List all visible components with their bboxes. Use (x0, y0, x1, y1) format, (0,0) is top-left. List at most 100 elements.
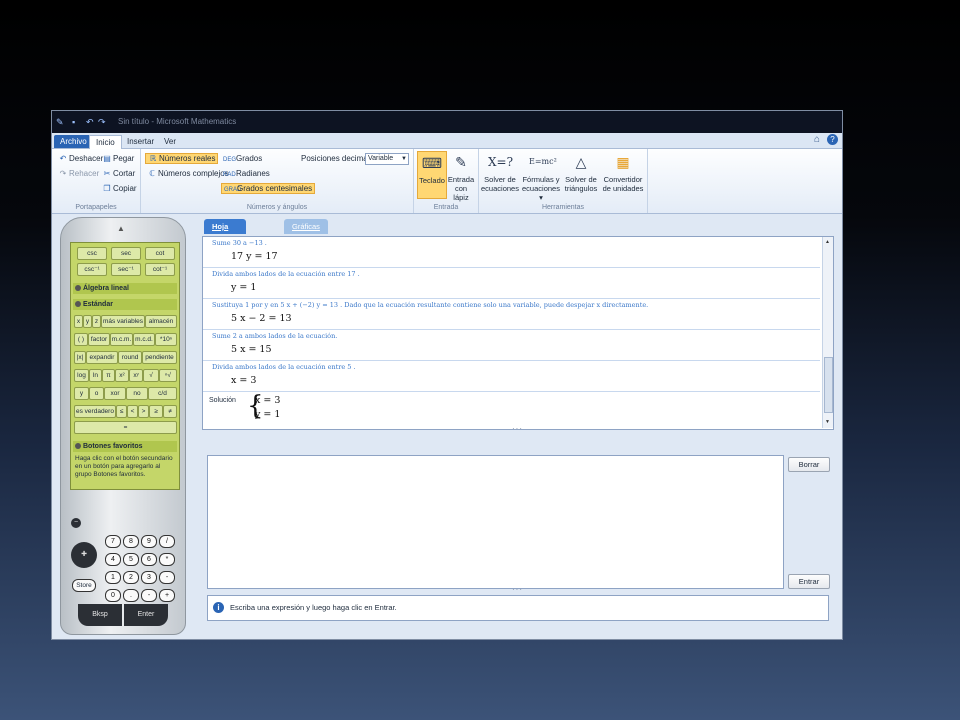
key-geq[interactable]: ≥ (149, 405, 163, 418)
key-7[interactable]: 7 (105, 535, 121, 548)
entrar-button[interactable]: Entrar (788, 574, 830, 589)
key-mcd[interactable]: m.c.d. (133, 333, 155, 346)
key-9[interactable]: 9 (141, 535, 157, 548)
key-round[interactable]: round (118, 351, 142, 364)
key-pendiente[interactable]: pendiente (142, 351, 177, 364)
redo-icon[interactable]: ↷ (98, 117, 106, 128)
tab-insertar[interactable]: Insertar (121, 135, 160, 148)
power-icon[interactable]: − (71, 518, 81, 528)
key-lt[interactable]: < (127, 405, 138, 418)
key-abs[interactable]: |x| (74, 351, 86, 364)
key-log[interactable]: log (74, 369, 89, 382)
key-factor[interactable]: factor (88, 333, 110, 346)
key-neq[interactable]: ≠ (163, 405, 177, 418)
teclado-button[interactable]: ⌨ Teclado (417, 151, 447, 199)
key-y[interactable]: y (83, 315, 92, 328)
key-decimal[interactable]: . (123, 589, 139, 602)
key-2[interactable]: 2 (123, 571, 139, 584)
scroll-down-icon[interactable]: ▼ (825, 419, 830, 425)
section-algebra-lineal[interactable]: Álgebra lineal (73, 283, 177, 294)
save-icon[interactable]: ▪ (72, 117, 75, 127)
key-divide[interactable]: / (159, 535, 175, 548)
key-expandir[interactable]: expandir (86, 351, 118, 364)
key-minus[interactable]: - (159, 571, 175, 584)
key-plus[interactable]: + (159, 589, 175, 602)
key-pi[interactable]: π (102, 369, 115, 382)
key-sec[interactable]: sec (111, 247, 141, 260)
borrar-button[interactable]: Borrar (788, 457, 830, 472)
key-nth-root[interactable]: ⁿ√ (159, 369, 177, 382)
key-square[interactable]: x² (115, 369, 129, 382)
key-leq[interactable]: ≤ (116, 405, 127, 418)
key-asec[interactable]: sec⁻¹ (111, 263, 141, 276)
key-parens[interactable]: ( ) (74, 333, 88, 346)
grados-centesimales-button[interactable]: GRADGrados centesimales (221, 183, 316, 194)
key-y-and[interactable]: y (74, 387, 89, 400)
entrada-lapiz-button[interactable]: ✎ Entrada con lápiz (447, 151, 475, 202)
dpad-control[interactable]: ✚ (71, 542, 97, 568)
key-5[interactable]: 5 (123, 553, 139, 566)
tab-archivo[interactable]: Archivo (54, 135, 93, 148)
store-button[interactable]: Store (72, 579, 96, 592)
calc-enter-button[interactable]: Enter (124, 604, 168, 626)
key-8[interactable]: 8 (123, 535, 139, 548)
scroll-up-icon[interactable]: ▲ (117, 224, 125, 233)
key-es-verdadero[interactable]: es verdadero (74, 405, 116, 418)
key-acot[interactable]: cot⁻¹ (145, 263, 175, 276)
key-multiply[interactable]: * (159, 553, 175, 566)
key-6[interactable]: 6 (141, 553, 157, 566)
deshacer-button[interactable]: ↶ Deshacer (58, 154, 104, 163)
key-1[interactable]: 1 (105, 571, 121, 584)
key-cot[interactable]: cot (145, 247, 175, 260)
formulas-ecuaciones-button[interactable]: E=mc² Fórmulas y ecuaciones ▾ (521, 151, 561, 202)
worksheet-scrollbar[interactable]: ▲ ▼ (822, 237, 833, 428)
backspace-button[interactable]: Bksp (78, 604, 122, 626)
key-z[interactable]: z (92, 315, 101, 328)
key-xor[interactable]: xor (104, 387, 126, 400)
grados-button[interactable]: DEGGrados (223, 154, 262, 163)
key-power[interactable]: xʸ (129, 369, 143, 382)
key-fraction[interactable]: c/d (148, 387, 177, 400)
copiar-button[interactable]: ❐ Copiar (102, 184, 136, 193)
decimal-places-select[interactable]: Variable ▼ (365, 153, 409, 165)
key-no[interactable]: no (126, 387, 148, 400)
key-mas-variables[interactable]: más variables (101, 315, 145, 328)
solver-ecuaciones-button[interactable]: X=? Solver de ecuaciones (481, 151, 519, 193)
section-botones-favoritos[interactable]: Botones favoritos (73, 441, 177, 452)
section-estandar[interactable]: Estándar (73, 299, 177, 310)
undo-icon[interactable]: ↶ (86, 117, 94, 128)
splitter-handle[interactable]: ··· (512, 585, 523, 594)
key-gt[interactable]: > (138, 405, 149, 418)
key-negate[interactable]: - (141, 589, 157, 602)
tab-inicio[interactable]: Inicio (89, 135, 122, 149)
key-equals[interactable]: = (74, 421, 177, 434)
numeros-reales-button[interactable]: ℝ Números reales (145, 153, 219, 164)
key-0[interactable]: 0 (105, 589, 121, 602)
key-mcm[interactable]: m.c.m. (110, 333, 133, 346)
minimize-ribbon-icon[interactable]: ⌂ (814, 134, 820, 145)
key-csc[interactable]: csc (77, 247, 107, 260)
solver-triangulos-button[interactable]: △ Solver de triángulos (563, 151, 599, 193)
splitter-handle[interactable]: ··· (512, 424, 523, 433)
rehacer-button[interactable]: ↷ Rehacer (58, 169, 100, 178)
radianes-button[interactable]: RADRadianes (223, 169, 270, 178)
convertidor-unidades-button[interactable]: ▦ Convertidor de unidades (601, 151, 645, 193)
expression-input[interactable] (207, 455, 784, 589)
key-x[interactable]: x (74, 315, 83, 328)
tab-ver[interactable]: Ver (158, 135, 182, 148)
key-times-ten[interactable]: *10ⁿ (155, 333, 177, 346)
scroll-up-icon[interactable]: ▲ (825, 239, 830, 245)
key-o-or[interactable]: o (89, 387, 104, 400)
key-ln[interactable]: ln (89, 369, 102, 382)
key-acsc[interactable]: csc⁻¹ (77, 263, 107, 276)
tab-graficas[interactable]: Gráficas (284, 219, 328, 234)
key-3[interactable]: 3 (141, 571, 157, 584)
numeros-complejos-button[interactable]: ℂ Números complejos (147, 169, 229, 178)
pegar-button[interactable]: ▤ Pegar (102, 154, 134, 163)
key-sqrt[interactable]: √ (143, 369, 159, 382)
cortar-button[interactable]: ✂ Cortar (102, 169, 136, 178)
key-4[interactable]: 4 (105, 553, 121, 566)
scrollbar-thumb[interactable] (824, 357, 833, 413)
tab-hoja-de-calculo[interactable]: Hoja de cálculo (204, 219, 246, 261)
key-almacen[interactable]: almacén (145, 315, 177, 328)
